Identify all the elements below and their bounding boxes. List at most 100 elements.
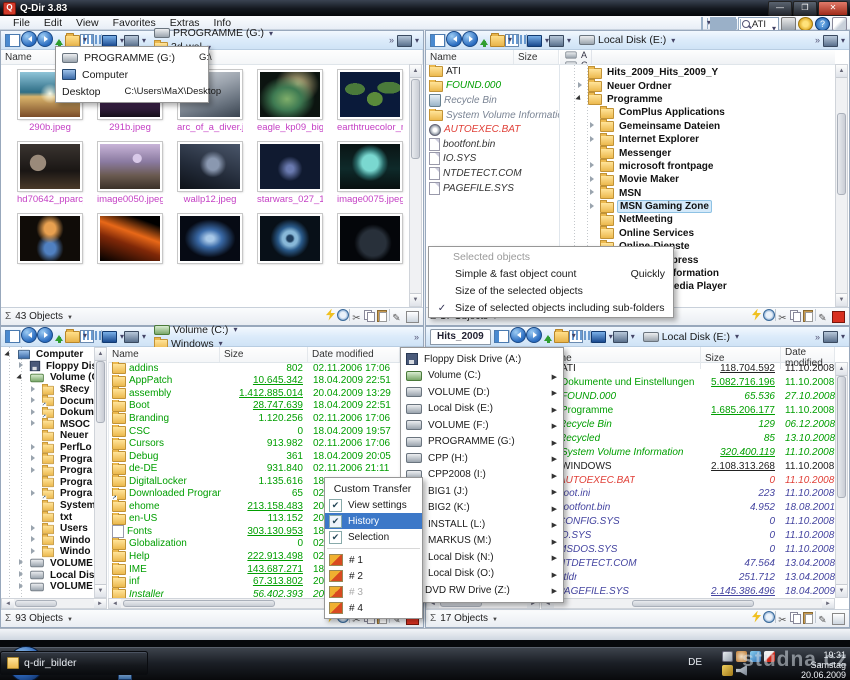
drive-menu-item[interactable]: CPP2008 (I:) bbox=[401, 467, 563, 484]
tree-item[interactable]: microsoft frontpage bbox=[560, 159, 835, 173]
tree-item[interactable]: MSOC bbox=[1, 418, 94, 431]
tree-expand-icon[interactable] bbox=[30, 466, 38, 475]
file-row[interactable]: NTDETECT.COM bbox=[426, 166, 559, 181]
toolbar-icon[interactable] bbox=[65, 32, 80, 47]
vertical-scrollbar[interactable]: ▲ ▼ bbox=[835, 64, 848, 307]
menu-item[interactable]: Size of selected objects including sub-f… bbox=[429, 299, 673, 316]
tree-expand-icon[interactable] bbox=[18, 559, 26, 567]
drive-menu-item[interactable]: MARKUS (M:) bbox=[401, 533, 563, 550]
tree-expand-icon[interactable] bbox=[30, 408, 38, 417]
drive-tab[interactable]: A bbox=[560, 50, 593, 60]
toolbar-icon[interactable] bbox=[553, 329, 569, 343]
file-row[interactable]: boot.ini 223 11.10.2008 02:52 bbox=[541, 487, 835, 501]
toolbar-icon[interactable] bbox=[446, 30, 462, 47]
toolbar-icon[interactable] bbox=[80, 33, 101, 47]
tree-item[interactable]: Volume (C bbox=[1, 372, 94, 384]
tree-item[interactable]: Users bbox=[1, 522, 94, 535]
toolbar-icon[interactable] bbox=[505, 33, 526, 47]
file-row[interactable]: addins 802 02.11.2006 17:06 0 / 1 bbox=[109, 362, 422, 375]
chevron-more-icon[interactable] bbox=[389, 35, 394, 45]
drive-menu-item[interactable]: DVD RW Drive (Z:) bbox=[401, 582, 563, 599]
tree-label[interactable]: MSN bbox=[617, 188, 643, 199]
file-row[interactable]: NTDETECT.COM 47.564 13.04.2008 20:13 bbox=[541, 556, 835, 570]
tree-item[interactable]: Programme bbox=[560, 92, 835, 106]
tree-expand-icon[interactable] bbox=[30, 489, 38, 498]
toolbar-icon[interactable] bbox=[37, 30, 53, 47]
tree-label[interactable]: Progra bbox=[58, 488, 94, 499]
filter-combobox[interactable]: ATI bbox=[737, 17, 779, 33]
scroll-down-arrow[interactable]: ▼ bbox=[836, 293, 847, 306]
toolbar-icon[interactable] bbox=[493, 330, 509, 343]
tree-item[interactable]: PerfLo bbox=[1, 441, 94, 454]
drive-menu-item[interactable]: Local Disk (O:) bbox=[401, 566, 563, 583]
thumbnail-item[interactable] bbox=[257, 213, 323, 266]
toolbar-icon[interactable] bbox=[612, 331, 635, 343]
chevron-more-icon[interactable] bbox=[815, 35, 820, 45]
file-row[interactable]: CONFIG.SYS 0 11.10.2008 02:05 bbox=[541, 515, 835, 529]
tree-expand-icon[interactable] bbox=[6, 351, 14, 359]
tree-label[interactable]: PerfLo bbox=[58, 442, 94, 453]
language-indicator[interactable]: DE bbox=[688, 657, 702, 668]
object-count[interactable]: 17 Objects bbox=[430, 613, 498, 624]
toolbar-icon[interactable] bbox=[568, 330, 590, 343]
thumbnail-item[interactable] bbox=[97, 213, 163, 266]
tree-item[interactable]: Movie Maker bbox=[560, 172, 835, 186]
file-row[interactable]: MSDOS.SYS 0 11.10.2008 02:05 bbox=[541, 543, 835, 557]
file-row[interactable]: FOUND.000 bbox=[426, 79, 559, 94]
file-row[interactable]: Recycled 85 13.10.2008 14:17 bbox=[541, 431, 835, 445]
tree-item[interactable]: Local Disk bbox=[1, 569, 94, 581]
status-icon[interactable] bbox=[776, 615, 789, 627]
toolbar-icon[interactable] bbox=[65, 329, 80, 343]
tree-item[interactable]: Docum bbox=[1, 395, 94, 408]
scroll-up-arrow[interactable]: ▲ bbox=[95, 348, 106, 361]
tree-expand-icon[interactable] bbox=[589, 149, 597, 157]
tree-horizontal-scrollbar[interactable]: ◄ ► bbox=[1, 598, 107, 609]
toolbar-icon[interactable] bbox=[53, 35, 65, 47]
tree-label[interactable]: Dokum bbox=[58, 407, 94, 418]
drive-menu-item[interactable]: CPP (H:) bbox=[401, 450, 563, 467]
file-row[interactable]: AUTOEXEC.BAT 0 11.10.2008 02:05 bbox=[541, 473, 835, 487]
status-icon[interactable] bbox=[789, 611, 802, 624]
status-icon[interactable] bbox=[350, 313, 363, 325]
thumbnail-item[interactable] bbox=[177, 213, 243, 266]
chevron-more-icon[interactable] bbox=[815, 332, 820, 342]
toolbar-icon[interactable] bbox=[490, 32, 505, 47]
column-size[interactable]: Size bbox=[514, 50, 559, 64]
file-row[interactable]: AUTOEXEC.BAT bbox=[426, 122, 559, 137]
tree-expand-icon[interactable] bbox=[18, 571, 26, 579]
file-row[interactable]: Boot 28.747.639 18.04.2009 22:51 78 / 11 bbox=[109, 399, 422, 413]
breadcrumb-segment[interactable]: Local Disk (E:) bbox=[576, 33, 678, 47]
tree-label[interactable]: Progra bbox=[58, 465, 94, 476]
tree-label[interactable]: VOLUME ( bbox=[48, 581, 94, 592]
tree-label[interactable]: Users bbox=[58, 523, 90, 534]
file-row[interactable]: Programme 1.685.206.177 11.10.2008 02:04 bbox=[541, 404, 835, 418]
column-name[interactable]: Name bbox=[108, 347, 220, 362]
menu-checkbox-item[interactable]: View settings bbox=[325, 497, 422, 513]
tree-item[interactable]: Progra bbox=[1, 488, 94, 500]
tools-icon[interactable] bbox=[832, 17, 847, 31]
file-row[interactable]: IO.SYS bbox=[426, 152, 559, 167]
menu-item[interactable]: Simple & fast object count Quickly bbox=[429, 265, 673, 282]
tree-label[interactable]: Progra bbox=[58, 454, 94, 465]
tree-label[interactable]: ComPlus Applications bbox=[617, 107, 727, 118]
status-icon[interactable] bbox=[763, 308, 775, 321]
transfer-slot-item[interactable]: # 3 bbox=[325, 584, 422, 600]
tree-item[interactable]: ComPlus Applications bbox=[560, 105, 835, 119]
tree-expand-icon[interactable] bbox=[577, 69, 585, 77]
status-icon[interactable] bbox=[325, 308, 336, 321]
file-row[interactable]: WINDOWS 2.108.313.268 11.10.2008 01:46 bbox=[541, 459, 835, 473]
status-icon[interactable] bbox=[816, 313, 829, 325]
drive-menu-item[interactable]: BIG2 (K:) bbox=[401, 500, 563, 517]
tree-item[interactable]: MSN Gaming Zone bbox=[560, 199, 835, 214]
transfer-slot-item[interactable]: # 4 bbox=[325, 600, 422, 616]
tree-item[interactable]: MSN bbox=[560, 186, 835, 200]
menu-item[interactable]: View bbox=[69, 17, 106, 29]
tree-expand-icon[interactable] bbox=[30, 502, 38, 510]
tree-label[interactable]: Gemeinsame Dateien bbox=[617, 121, 722, 132]
column-header-bottom-left[interactable]: Name Size Date modified Type bbox=[108, 347, 431, 363]
toolbar-icon[interactable] bbox=[525, 327, 542, 343]
column-name[interactable]: Name bbox=[426, 50, 514, 64]
tree-expand-icon[interactable] bbox=[30, 478, 38, 486]
tree-label[interactable]: Volume (C bbox=[48, 372, 94, 383]
tree-item[interactable]: Progra bbox=[1, 453, 94, 465]
